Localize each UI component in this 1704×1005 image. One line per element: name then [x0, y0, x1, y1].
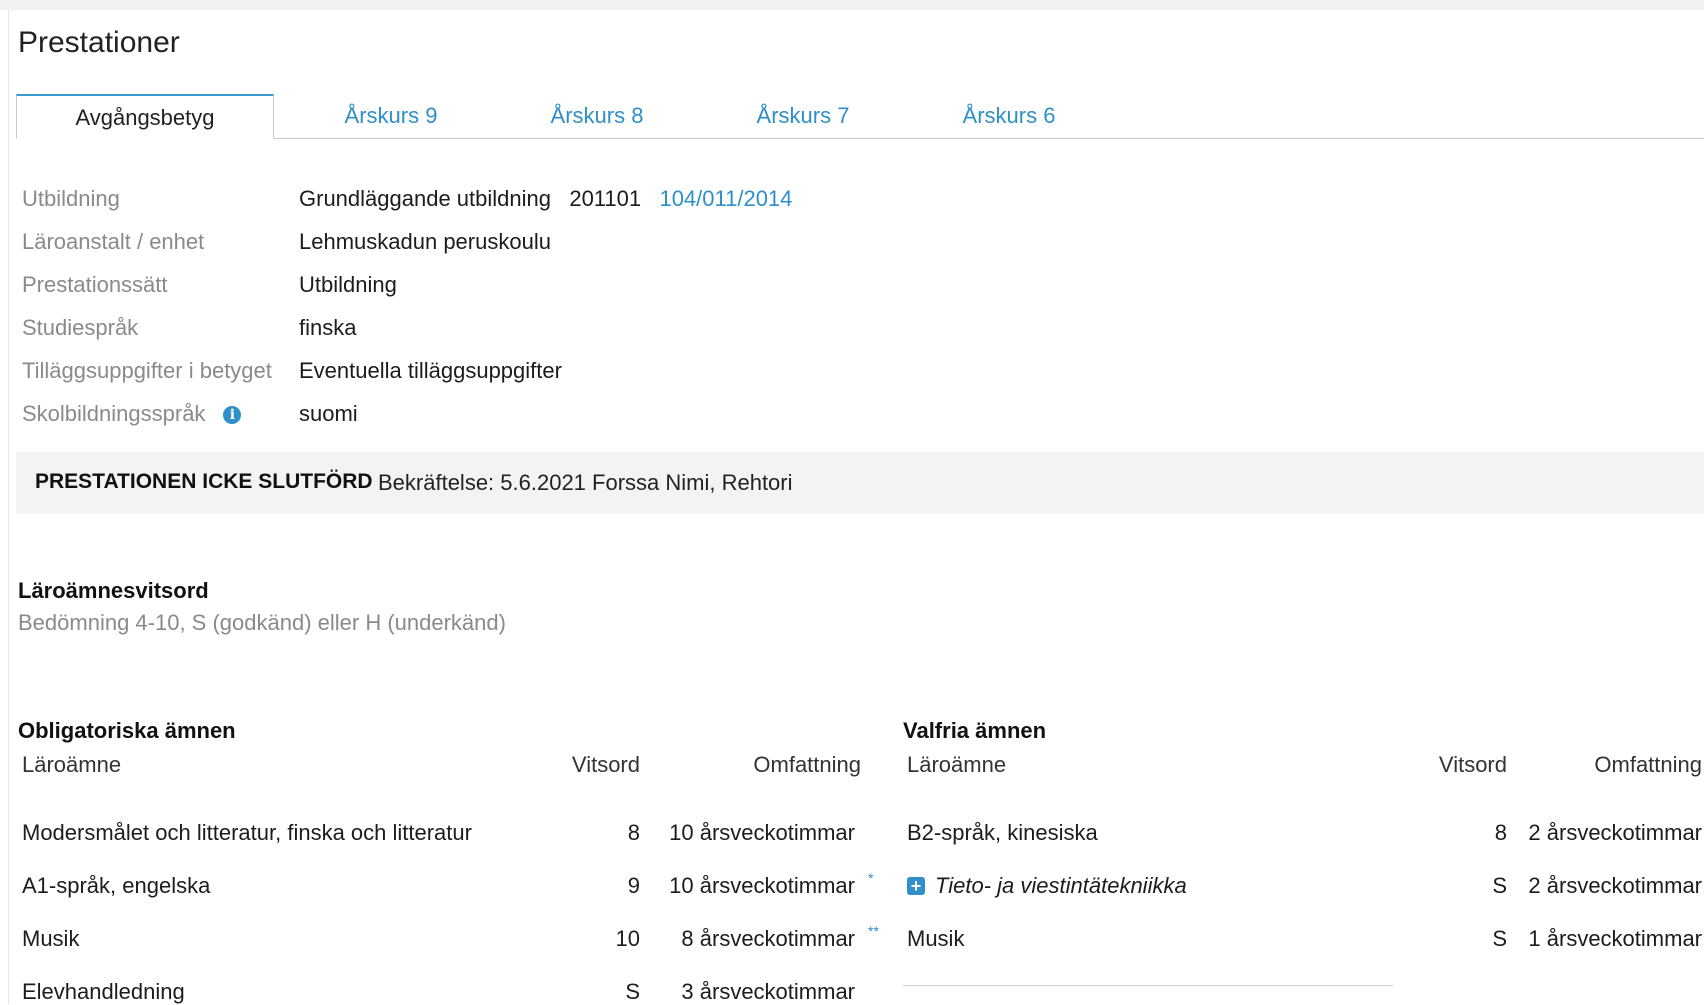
optional-header-subject: Läroämne [907, 752, 1007, 777]
utbildning-value: Grundläggande utbildning 201101 104/011/… [299, 186, 792, 212]
tab-avgangsbetyg[interactable]: Avgångsbetyg [16, 94, 274, 139]
tillagg-label: Tilläggsuppgifter i betyget [22, 358, 272, 383]
utbildning-label: Utbildning [22, 186, 120, 211]
mandatory-header-subject: Läroämne [22, 752, 122, 777]
prestationssatt-value: Utbildning [299, 272, 397, 297]
tab-arskurs-8[interactable]: Årskurs 8 [512, 94, 682, 138]
footnote-marker[interactable]: ** [868, 923, 879, 939]
subject-name: Tieto- ja viestintätekniikka [935, 873, 1187, 898]
tab-bar: Avgångsbetyg Årskurs 9 Årskurs 8 Årskurs… [16, 94, 1704, 139]
subject-name: B2-språk, kinesiska [907, 820, 1098, 845]
subject-scope: 2 årsveckotimmar [1528, 873, 1702, 898]
subject-scope: 2 årsveckotimmar [1528, 820, 1702, 845]
top-strip [0, 0, 1704, 10]
plus-icon[interactable]: + [907, 877, 925, 895]
skolbildning-label: Skolbildningsspråk i [22, 401, 242, 427]
tab-arskurs-9[interactable]: Årskurs 9 [306, 94, 476, 138]
laroanstalt-value: Lehmuskadun peruskoulu [299, 229, 551, 254]
subject-scope: 10 årsveckotimmar [669, 873, 855, 898]
utbildning-name: Grundläggande utbildning [299, 186, 551, 211]
subject-grade: 9 [627, 873, 640, 898]
subject-grade: S [1492, 873, 1507, 898]
grades-subtitle: Bedömning 4-10, S (godkänd) eller H (und… [18, 610, 506, 635]
subject-name: Musik [22, 926, 80, 951]
mandatory-header-grade: Vitsord [571, 752, 640, 777]
subject-grade: 8 [627, 820, 640, 845]
subject-scope: 8 årsveckotimmar [681, 926, 855, 951]
grades-title: Läroämnesvitsord [18, 578, 209, 603]
optional-header-grade: Vitsord [1438, 752, 1507, 777]
table-divider [903, 985, 1393, 986]
subject-grade: S [625, 979, 640, 1004]
subject-name: Elevhandledning [22, 979, 185, 1004]
studiesprak-value: finska [299, 315, 357, 340]
tab-arskurs-7[interactable]: Årskurs 7 [718, 94, 888, 138]
laroanstalt-label: Läroanstalt / enhet [22, 229, 205, 254]
optional-header-scope: Omfattning [1594, 752, 1702, 777]
status-badge: PRESTATIONEN ICKE SLUTFÖRD [35, 470, 373, 493]
prestationssatt-label: Prestationssätt [22, 272, 168, 297]
skolbildning-label-text: Skolbildningsspråk [22, 401, 206, 426]
studiesprak-label: Studiespråk [22, 315, 139, 340]
mandatory-title: Obligatoriska ämnen [18, 718, 236, 743]
skolbildning-value: suomi [299, 401, 358, 426]
subject-name: Modersmålet och litteratur, finska och l… [22, 820, 472, 845]
tillagg-value: Eventuella tilläggsuppgifter [299, 358, 562, 383]
confirmation-text: Bekräftelse: 5.6.2021 Forssa Nimi, Rehto… [378, 470, 793, 495]
tab-arskurs-6[interactable]: Årskurs 6 [924, 94, 1094, 138]
subject-grade: S [1492, 926, 1507, 951]
subject-name: A1-språk, engelska [22, 873, 211, 898]
footnote-marker[interactable]: * [868, 870, 873, 886]
subject-scope: 1 årsveckotimmar [1528, 926, 1702, 951]
mandatory-header-scope: Omfattning [753, 752, 861, 777]
page-title: Prestationer [18, 26, 180, 59]
subject-scope: 10 årsveckotimmar [669, 820, 855, 845]
status-bar: PRESTATIONEN ICKE SLUTFÖRD Bekräftelse: … [16, 452, 1704, 514]
info-icon[interactable]: i [223, 406, 242, 425]
optional-title: Valfria ämnen [903, 718, 1047, 743]
diarienummer-link[interactable]: 104/011/2014 [659, 186, 792, 211]
utbildning-code: 201101 [569, 186, 642, 211]
subject-grade: 8 [1494, 820, 1507, 845]
subject-grade: 10 [615, 926, 640, 951]
subject-scope: 3 årsveckotimmar [681, 979, 855, 1004]
subject-name: Musik [907, 926, 965, 951]
